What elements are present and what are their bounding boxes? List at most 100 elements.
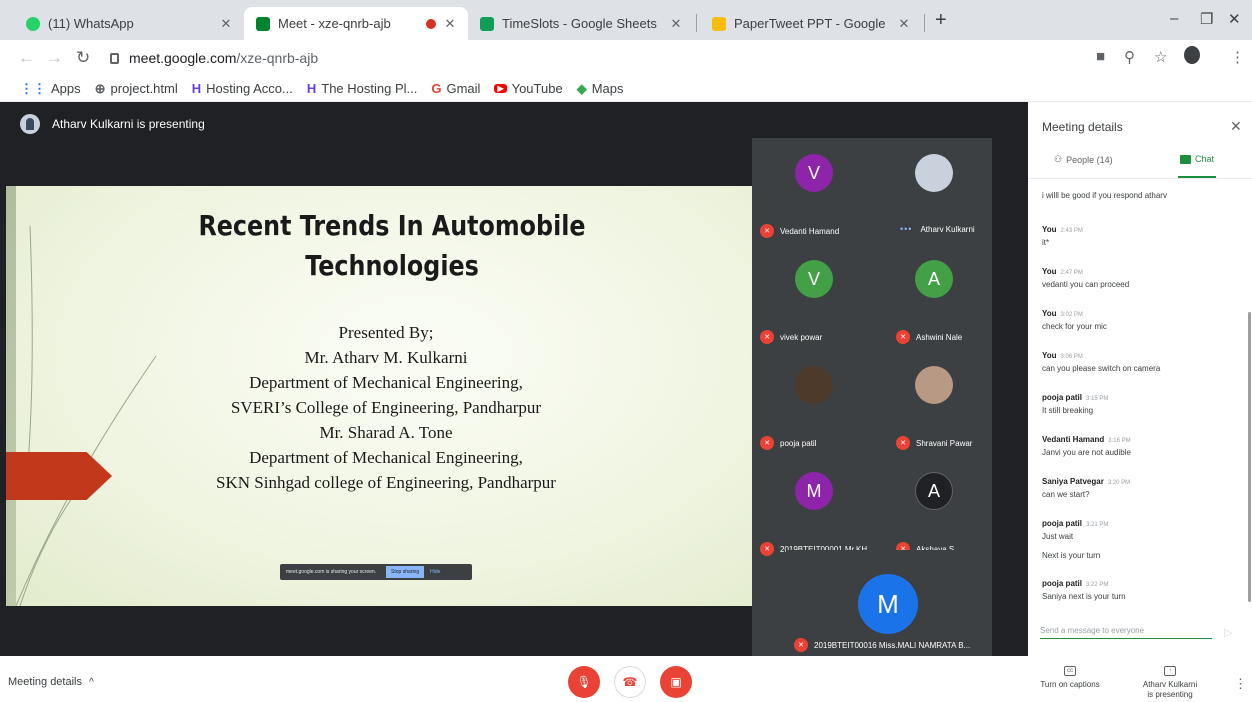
url-host: meet.google.com [129,50,237,66]
mic-muted-icon: ✕ [794,638,808,652]
address-bar[interactable]: meet.google.com /xze-qnrb-ajb [110,46,318,70]
chat-input[interactable]: Send a message to everyone [1040,626,1212,639]
participant-tile[interactable]: A ✕ Ashwini Nale [872,244,992,350]
participant-name: vivek powar [780,332,823,342]
slide-body: Presented By; Mr. Atharv M. Kulkarni Dep… [126,320,646,495]
mic-muted-icon: ✕ [760,224,774,238]
participant-tile[interactable]: V ✕ vivek powar [752,244,872,350]
leave-call-button[interactable]: ☎ [614,666,646,698]
chat-sender: You [1042,351,1057,360]
bookmark-gmail[interactable]: G Gmail [431,81,480,96]
mic-muted-icon: ✕ [760,542,774,556]
slide-body-line: Presented By; [338,323,434,342]
chat-sender: Vedanti Hamand [1042,435,1105,444]
bookmark-apps[interactable]: ⋮⋮ Apps [20,81,81,97]
presenting-label: Atharv Kulkarni [1142,680,1198,689]
mic-off-button[interactable]: 🎙 [568,666,600,698]
chat-message-text: it* [1042,238,1050,247]
browser-menu-icon[interactable]: ⋮ [1230,48,1245,66]
meeting-details-toggle[interactable]: Meeting details ^ [8,676,94,688]
participant-avatar: M [858,574,918,634]
participant-tile[interactable]: ✕ pooja patil [752,350,872,456]
mic-off-icon: 🎙 [576,675,592,689]
presenting-button[interactable]: ↑ Atharv Kulkarni is presenting [1132,666,1208,700]
minimize-icon[interactable]: – [1170,10,1178,27]
participant-tile[interactable]: A ✕Akshaya S [872,456,992,562]
send-icon[interactable]: ▷ [1224,626,1232,639]
hostinger-icon: H [306,81,317,96]
hostinger-icon: H [191,81,202,96]
chat-sender: You [1042,267,1057,276]
participant-name: pooja patil [780,438,817,448]
restore-icon[interactable]: ❐ [1200,10,1213,28]
chat-message: pooja patil 3:22 PM Saniya next is your t… [1042,578,1126,602]
bookmark-star-icon[interactable]: ☆ [1154,48,1167,66]
chat-message-text: Saniya next is your turn [1042,592,1126,601]
mic-muted-icon: ✕ [760,436,774,450]
bookmark-label: project.html [110,81,178,96]
participant-name: 2019BTEIT00016 Miss.MALI NAMRATA B... [814,640,971,650]
slide-body-line: Department of Mechanical Engineering, [249,448,523,467]
tab-papertweet[interactable]: PaperTweet PPT - Google ✕ [700,7,922,40]
chat-time: 3:16 PM [1108,438,1131,444]
presenter-banner-text: Atharv Kulkarni is presenting [52,117,205,131]
chat-time: 3:06 PM [1060,354,1083,360]
bookmark-project[interactable]: ⊕ project.html [95,81,178,97]
bookmark-maps[interactable]: ◆ Maps [577,81,624,97]
chat-sender: You [1042,309,1057,318]
share-notice-text: meet.google.com is sharing your screen. [286,569,377,575]
slide-title-line: Technologies [305,249,479,282]
close-tab-icon[interactable]: ✕ [218,16,234,32]
screen-share-notice: meet.google.com is sharing your screen. … [280,564,472,580]
bookmark-hosting-plan[interactable]: H The Hosting Pl... [307,81,418,96]
tab-title: TimeSlots - Google Sheets [502,16,657,31]
forward-arrow-icon[interactable]: → [46,48,63,68]
participant-tile[interactable]: ••• Atharv Kulkarni [872,138,992,244]
participant-tile[interactable]: M ✕ 2019BTEIT00001 Mr.KH... [752,456,874,562]
slide-body-line: SVERI’s College of Engineering, Pandharp… [230,398,542,417]
close-tab-icon[interactable]: ✕ [896,16,912,32]
bookmark-youtube[interactable]: ▶ YouTube [494,81,563,96]
slide-body-line: Mr. Sharad A. Tone [319,423,453,442]
new-tab-plus-icon[interactable]: + [935,9,947,32]
more-options-icon[interactable]: ⋮ [1234,676,1247,692]
bookmarks-bar: ⋮⋮ Apps ⊕ project.html H Hosting Acco... HT… [0,76,1252,102]
speaking-indicator-icon: ••• [900,224,913,234]
tab-meet[interactable]: Meet - xze-qnrb-ajb ✕ [244,7,468,40]
reload-icon[interactable]: ↻ [76,48,90,68]
stop-sharing-button[interactable]: Stop sharing [386,566,425,578]
presenting-label: is presenting [1147,690,1193,699]
slide-body-line: Mr. Atharv M. Kulkarni [304,348,468,367]
chat-time: 3:21 PM [1086,522,1109,528]
window-close-icon[interactable]: ✕ [1228,10,1241,28]
camera-off-button[interactable]: ▣ [660,666,692,698]
participant-tile[interactable]: V ✕ Vedanti Hamand [752,138,872,244]
participant-tile[interactable]: ✕ Shravani Pawar [872,350,992,456]
chat-message: You 3:06 PM can you please switch on came… [1042,350,1160,374]
back-arrow-icon[interactable]: ← [18,48,35,68]
hide-button[interactable]: Hide [430,569,440,575]
chat-icon [1180,154,1191,164]
url-path: /xze-qnrb-ajb [236,50,319,66]
globe-icon: ⊕ [94,80,106,96]
captions-button[interactable]: cc Turn on captions [1030,666,1110,690]
tab-timeslots[interactable]: TimeSlots - Google Sheets ✕ [468,7,694,40]
bookmark-label: Hosting Acco... [206,81,293,96]
zoom-icon[interactable]: ⚲ [1124,48,1135,66]
tab-whatsapp[interactable]: (11) WhatsApp ✕ [14,7,244,40]
chat-scrollbar[interactable] [1248,312,1251,602]
close-tab-icon[interactable]: ✕ [442,16,458,32]
close-tab-icon[interactable]: ✕ [668,16,684,32]
camera-in-use-icon[interactable]: ■ [1096,48,1105,65]
panel-title: Meeting details [1042,120,1123,134]
chat-time: 3:20 PM [1107,480,1131,486]
chat-message-text: can you please switch on camera [1042,364,1161,373]
bookmark-hosting-account[interactable]: H Hosting Acco... [192,81,293,96]
tab-chat[interactable]: Chat [1180,154,1214,164]
tab-people[interactable]: ⚇ People (14) [1054,154,1113,165]
close-panel-icon[interactable]: ✕ [1230,118,1242,135]
profile-avatar[interactable] [1184,46,1200,64]
participant-name: Atharv Kulkarni [920,224,975,234]
featured-participant-tile[interactable]: M ✕ 2019BTEIT00016 Miss.MALI NAMRATA B... [786,550,992,656]
tab-title: (11) WhatsApp [48,16,134,31]
